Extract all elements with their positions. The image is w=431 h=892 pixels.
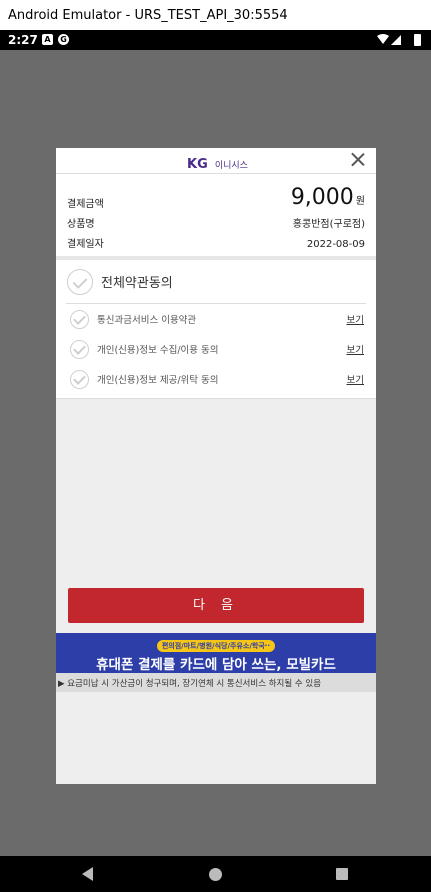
- check-circle-icon[interactable]: [70, 369, 89, 389]
- notification-a-icon: A: [42, 34, 53, 45]
- payment-dialog: KG 이니시스 결제금액 9,000 원 상품명 홍콩반점(구로점) 결제일자 2…: [56, 148, 376, 784]
- term-item[interactable]: 개인(신용)정보 제공/위탁 동의 보기: [66, 364, 366, 394]
- notification-g-icon: G: [58, 34, 69, 45]
- back-icon[interactable]: [82, 867, 93, 881]
- home-icon[interactable]: [209, 868, 222, 881]
- amount-value: 9,000 원: [290, 185, 365, 210]
- amount-row: 결제금액 9,000 원: [67, 182, 365, 210]
- date-label: 결제일자: [67, 239, 104, 250]
- status-bar: 2:27 A G: [0, 30, 431, 50]
- logo-name: 이니시스: [214, 161, 248, 171]
- battery-icon: [414, 34, 421, 46]
- android-nav-bar: [0, 856, 431, 892]
- date-row: 결제일자 2022-08-09: [67, 230, 365, 250]
- view-term-link[interactable]: 보기: [347, 312, 364, 326]
- amount-unit: 원: [355, 196, 365, 207]
- term-item[interactable]: 통신과금서비스 이용약관 보기: [66, 304, 366, 334]
- recent-apps-icon[interactable]: [336, 868, 348, 880]
- term-item[interactable]: 개인(신용)정보 수집/이용 동의 보기: [66, 334, 366, 364]
- logo-kg: KG: [187, 157, 208, 172]
- date-value: 2022-08-09: [306, 239, 365, 250]
- check-circle-icon[interactable]: [70, 339, 89, 359]
- window-title: Android Emulator - URS_TEST_API_30:5554: [8, 8, 288, 23]
- banner-tag: 편의점/마트/병원/식당/주유소/학국··: [156, 640, 276, 652]
- banner-title: 휴대폰 결제를 카드에 담아 쓰는, 모빌카드: [96, 657, 336, 673]
- term-label: 통신과금서비스 이용약관: [97, 315, 197, 326]
- term-label: 개인(신용)정보 수집/이용 동의: [97, 345, 219, 356]
- view-term-link[interactable]: 보기: [347, 342, 364, 356]
- next-button[interactable]: 다 음: [68, 588, 364, 623]
- term-label: 개인(신용)정보 제공/위탁 동의: [97, 375, 219, 386]
- emulator-title-bar: Android Emulator - URS_TEST_API_30:5554: [0, 0, 431, 30]
- status-time: 2:27: [8, 33, 38, 47]
- agree-all-row[interactable]: 전체약관동의: [66, 260, 366, 304]
- product-value: 홍콩반점(구로점): [292, 219, 365, 230]
- view-term-link[interactable]: 보기: [347, 372, 364, 386]
- wifi-signal-icon: [377, 34, 401, 45]
- kg-inicis-logo: KG 이니시스: [187, 153, 248, 172]
- agree-all-label[interactable]: 전체약관동의: [101, 272, 173, 291]
- terms-section: 전체약관동의 통신과금서비스 이용약관 보기 개인(신용)정보 수집/이용 동의…: [56, 260, 376, 399]
- screen-overlay: KG 이니시스 결제금액 9,000 원 상품명 홍콩반점(구로점) 결제일자 2…: [0, 50, 431, 856]
- product-row: 상품명 홍콩반점(구로점): [67, 210, 365, 230]
- product-label: 상품명: [67, 219, 95, 230]
- payment-summary: 결제금액 9,000 원 상품명 홍콩반점(구로점) 결제일자 2022-08-0…: [56, 174, 376, 260]
- check-circle-icon[interactable]: [67, 268, 93, 295]
- dialog-header: KG 이니시스: [56, 148, 376, 174]
- payment-notice: ▶ 요금미납 시 가산금이 청구되며, 장기연체 시 통신서비스 하지될 수 있…: [56, 673, 376, 692]
- amount-label: 결제금액: [67, 199, 104, 210]
- check-circle-icon[interactable]: [70, 309, 89, 329]
- mobile-card-banner[interactable]: 편의점/마트/병원/식당/주유소/학국·· 휴대폰 결제를 카드에 담아 쓰는,…: [56, 633, 376, 673]
- close-icon[interactable]: [350, 151, 366, 167]
